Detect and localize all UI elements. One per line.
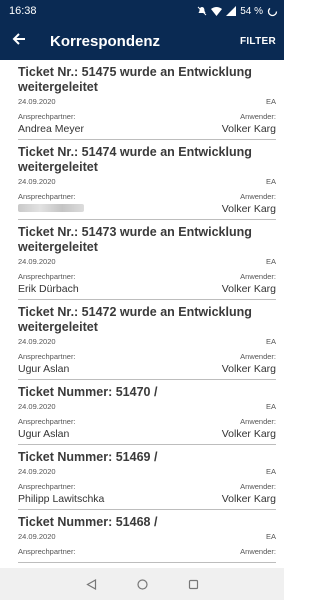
- ticket-title: Ticket Nr.: 51472 wurde an Entwicklung w…: [18, 305, 252, 334]
- ticket-date: 24.09.2020: [18, 97, 56, 106]
- ticket-date: 24.09.2020: [18, 257, 56, 266]
- mute-icon: [197, 6, 207, 16]
- user-name: Volker Karg: [221, 123, 276, 135]
- contact-name: Ugur Aslan: [18, 428, 70, 440]
- ticket-date: 24.09.2020: [18, 402, 56, 411]
- contact-label: Ansprechpartner:: [18, 547, 76, 556]
- user-label: Anwender:: [240, 352, 276, 361]
- list-item[interactable]: Ticket Nr.: 51474 wurde an Entwicklung w…: [18, 140, 276, 220]
- ticket-title: Ticket Nr.: 51475 wurde an Entwicklung w…: [18, 65, 252, 94]
- list-item[interactable]: Ticket Nummer: 51469 / 24.09.2020 EA Ans…: [18, 445, 276, 510]
- contact-label: Ansprechpartner:: [18, 482, 76, 491]
- user-name: Volker Karg: [221, 363, 276, 375]
- correspondence-list[interactable]: Ticket Nr.: 51475 wurde an Entwicklung w…: [0, 60, 284, 568]
- system-nav-bar: [0, 568, 284, 600]
- ticket-title: Ticket Nummer: 51469 /: [18, 450, 158, 464]
- back-button[interactable]: [0, 22, 38, 60]
- app-bar: Korrespondenz FILTER: [0, 22, 284, 60]
- recents-square-icon[interactable]: [188, 579, 199, 590]
- user-name: Volker Karg: [221, 428, 276, 440]
- contact-name: Ugur Aslan: [18, 363, 70, 375]
- user-label: Anwender:: [240, 112, 276, 121]
- ticket-code: EA: [265, 532, 276, 541]
- contact-name: Philipp Lawitschka: [18, 493, 105, 505]
- list-item[interactable]: Ticket Nummer: 51468 / 24.09.2020 EA Ans…: [18, 510, 276, 563]
- contact-name: Erik Dürbach: [18, 283, 79, 295]
- user-label: Anwender:: [240, 272, 276, 281]
- filter-button[interactable]: FILTER: [238, 32, 278, 51]
- page-title: Korrespondenz: [50, 32, 161, 50]
- home-circle-icon[interactable]: [136, 578, 148, 590]
- list-item[interactable]: Ticket Nr.: 51473 wurde an Entwicklung w…: [18, 220, 276, 300]
- ticket-title: Ticket Nr.: 51473 wurde an Entwicklung w…: [18, 225, 252, 254]
- contact-label: Ansprechpartner:: [18, 272, 76, 281]
- arrow-left-icon: [12, 32, 26, 51]
- list-item[interactable]: Ticket Nr.: 51475 wurde an Entwicklung w…: [18, 60, 276, 140]
- ticket-code: EA: [265, 97, 276, 106]
- list-item[interactable]: Ticket Nummer: 51470 / 24.09.2020 EA Ans…: [18, 380, 276, 445]
- contact-label: Ansprechpartner:: [18, 112, 76, 121]
- status-icons: 54 %: [197, 6, 278, 17]
- status-bar: 16:38 54 %: [0, 0, 284, 22]
- wifi-icon: [211, 6, 223, 16]
- battery-text: 54 %: [240, 5, 263, 17]
- back-triangle-icon[interactable]: [85, 578, 97, 590]
- ticket-code: EA: [265, 177, 276, 186]
- contact-label: Ansprechpartner:: [18, 192, 76, 201]
- signal-icon: [226, 6, 237, 16]
- ticket-date: 24.09.2020: [18, 467, 56, 476]
- user-name: Volker Karg: [221, 283, 276, 295]
- contact-label: Ansprechpartner:: [18, 352, 76, 361]
- ticket-title: Ticket Nummer: 51470 /: [18, 385, 158, 399]
- user-label: Anwender:: [240, 192, 276, 201]
- user-name: Volker Karg: [221, 203, 276, 215]
- user-name: Volker Karg: [221, 493, 276, 505]
- ticket-date: 24.09.2020: [18, 177, 56, 186]
- contact-label: Ansprechpartner:: [18, 417, 76, 426]
- status-time: 16:38: [9, 5, 37, 17]
- user-label: Anwender:: [240, 547, 276, 556]
- battery-icon: [267, 6, 278, 17]
- user-label: Anwender:: [240, 482, 276, 491]
- ticket-code: EA: [265, 337, 276, 346]
- ticket-date: 24.09.2020: [18, 532, 56, 541]
- user-label: Anwender:: [240, 417, 276, 426]
- ticket-code: EA: [265, 257, 276, 266]
- ticket-code: EA: [265, 402, 276, 411]
- ticket-date: 24.09.2020: [18, 337, 56, 346]
- ticket-code: EA: [265, 467, 276, 476]
- ticket-title: Ticket Nr.: 51474 wurde an Entwicklung w…: [18, 145, 252, 174]
- list-item[interactable]: Ticket Nr.: 51472 wurde an Entwicklung w…: [18, 300, 276, 380]
- contact-name: Andrea Meyer: [18, 123, 84, 135]
- ticket-title: Ticket Nummer: 51468 /: [18, 515, 158, 529]
- redacted-contact-name: [18, 204, 84, 212]
